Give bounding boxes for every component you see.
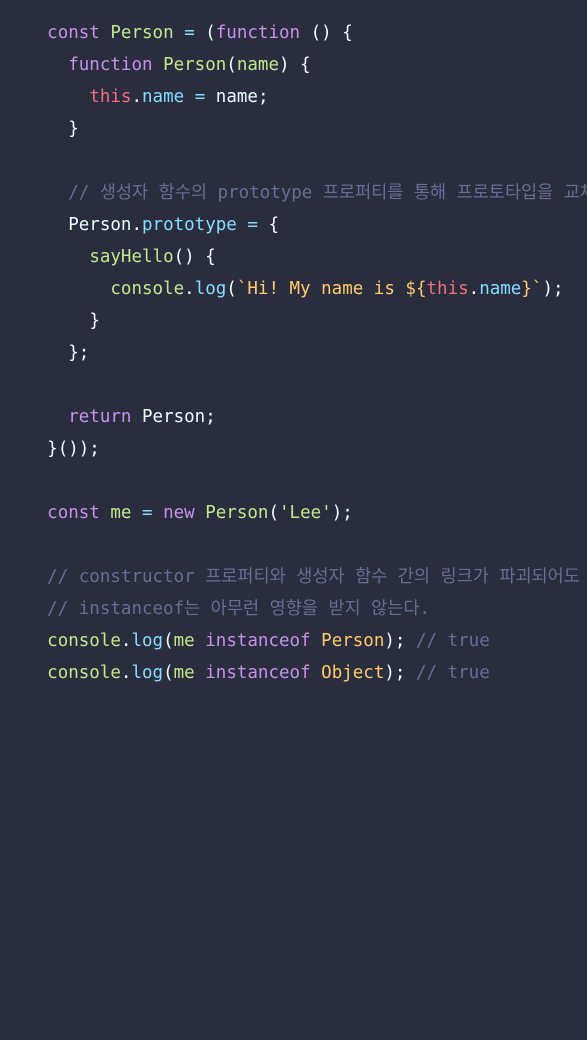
token-punct: . bbox=[468, 279, 480, 299]
token-property: name bbox=[142, 87, 185, 107]
token-punct: } bbox=[68, 119, 79, 139]
token-punct: . bbox=[120, 663, 132, 683]
code-line: } bbox=[5, 96, 79, 139]
code-line: // 생성자 함수의 prototype 프로퍼티를 통해 프로토타입을 교체 bbox=[5, 160, 587, 203]
token-object: console bbox=[47, 663, 121, 683]
token-punct: ( bbox=[163, 663, 174, 683]
token-keyword: const bbox=[47, 503, 100, 523]
token-punct: ( bbox=[226, 279, 237, 299]
token-punct: { bbox=[289, 55, 311, 75]
token-punct: ( bbox=[268, 503, 279, 523]
token-this: this bbox=[426, 279, 469, 299]
token-comment: // true bbox=[416, 663, 490, 683]
token-keyword: new bbox=[163, 503, 195, 523]
token-operator: = bbox=[131, 503, 164, 523]
token-template: }` bbox=[521, 279, 543, 299]
token-punct: ; bbox=[205, 407, 216, 427]
code-line: this.name = name; bbox=[5, 64, 268, 107]
code-line: const me = new Person('Lee'); bbox=[5, 480, 353, 523]
token-punct: . bbox=[184, 279, 195, 299]
code-line: return Person; bbox=[5, 384, 216, 427]
token-keyword: instanceof bbox=[205, 663, 311, 683]
token-punct: }; bbox=[68, 343, 90, 363]
token-punct: . bbox=[131, 87, 143, 107]
token-punct: } bbox=[89, 311, 100, 331]
token-punct: ) bbox=[279, 55, 290, 75]
token-variable: name bbox=[215, 87, 258, 107]
token-punct: ; bbox=[257, 87, 269, 107]
token-punct: ); bbox=[542, 279, 564, 299]
token-variable: Person bbox=[142, 407, 206, 427]
token-punct: ()); bbox=[57, 439, 100, 459]
code-line: console.log(me instanceof Person); // tr… bbox=[5, 608, 490, 651]
code-line: const Person = (function () { bbox=[5, 0, 353, 43]
code-line: // constructor 프로퍼티와 생성자 함수 간의 링크가 파괴되어도 bbox=[5, 544, 580, 587]
token-operator: = bbox=[184, 87, 216, 107]
code-line: function Person(name) { bbox=[5, 32, 310, 75]
token-function-name: Person bbox=[205, 503, 269, 523]
token-this: this bbox=[89, 87, 132, 107]
code-line: } bbox=[5, 288, 100, 331]
code-line: Person.prototype = { bbox=[5, 192, 279, 235]
token-punct: { bbox=[331, 23, 353, 43]
token-punct: } bbox=[47, 439, 58, 459]
code-line: }()); bbox=[5, 416, 100, 459]
code-line: // instanceof는 아무런 영향을 받지 않는다. bbox=[5, 576, 430, 619]
token-string: 'Lee' bbox=[279, 503, 332, 523]
token-variable: me bbox=[110, 503, 132, 523]
code-line: console.log(`Hi! My name is ${this.name}… bbox=[5, 256, 563, 299]
token-property: name bbox=[479, 279, 522, 299]
token-punct: ); bbox=[331, 503, 353, 523]
token-object: console bbox=[110, 279, 185, 299]
token-method: log bbox=[131, 663, 164, 683]
token-punct: () bbox=[310, 23, 332, 43]
code-line: }; bbox=[5, 320, 89, 363]
token-variable: me bbox=[173, 663, 195, 683]
token-punct: ); bbox=[384, 663, 406, 683]
code-line: console.log(me instanceof Object); // tr… bbox=[5, 640, 490, 683]
code-editor[interactable]: const Person = (function () { function P… bbox=[0, 0, 587, 683]
token-method: log bbox=[194, 279, 227, 299]
token-template: `Hi! My name is ${ bbox=[236, 279, 427, 299]
code-line: sayHello() { bbox=[5, 224, 215, 267]
token-class: Object bbox=[321, 663, 385, 683]
token-punct: { bbox=[268, 215, 279, 235]
token-operator: = bbox=[236, 215, 269, 235]
